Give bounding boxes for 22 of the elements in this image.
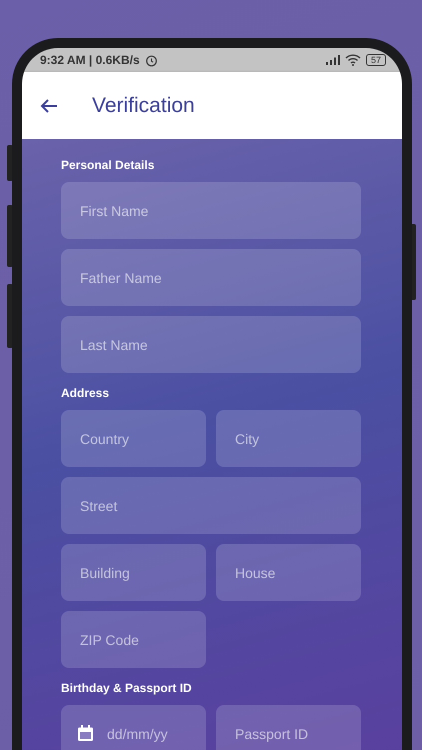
section-heading: Personal Details (61, 158, 156, 172)
input-field[interactable]: Father Name (61, 249, 361, 306)
section-heading: Birthday & Passport ID (61, 681, 193, 695)
page-title: Verification (92, 94, 195, 118)
input-field[interactable]: First Name (61, 182, 361, 239)
wifi-icon (344, 54, 361, 66)
input-field[interactable]: Passport ID (216, 705, 361, 750)
input-field[interactable]: Last Name (61, 316, 361, 373)
battery-level: 57 (366, 54, 386, 66)
input-field[interactable]: House (216, 544, 361, 601)
section-heading: Address (61, 386, 110, 400)
input-field[interactable]: Country (61, 410, 206, 467)
input-field[interactable]: ZIP Code (61, 611, 206, 668)
back-arrow-icon[interactable] (40, 98, 58, 114)
status-time: 9:32 AM | 0.6KB/s (40, 53, 140, 67)
input-field[interactable]: Building (61, 544, 206, 601)
input-field[interactable]: dd/mm/yy (61, 705, 206, 750)
signal-icon (326, 55, 340, 65)
calendar-icon (77, 725, 94, 742)
input-field[interactable]: Street (61, 477, 361, 534)
input-field[interactable]: City (216, 410, 361, 467)
alarm-icon (144, 54, 158, 66)
